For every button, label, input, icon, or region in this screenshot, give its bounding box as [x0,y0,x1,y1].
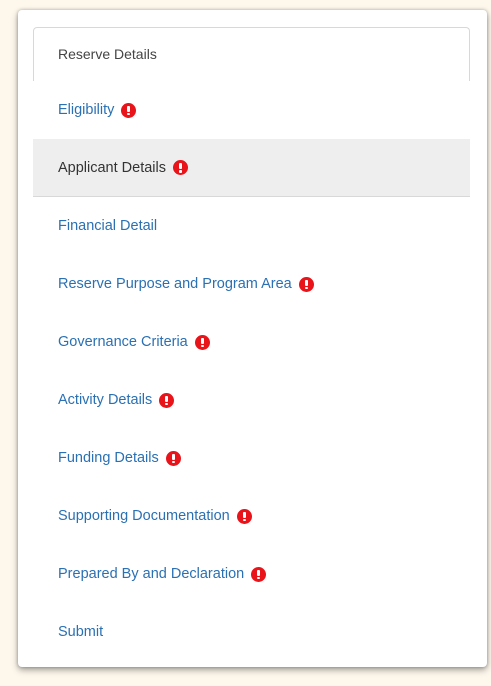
nav-item-financial-detail[interactable]: Financial Detail [33,197,470,255]
nav-item-label: Supporting Documentation [58,508,230,524]
exclamation-circle-icon [165,450,181,466]
nav-item-label: Applicant Details [58,159,166,176]
exclamation-circle-icon [236,508,252,524]
nav-item-activity-details[interactable]: Activity Details [33,371,470,429]
tab-reserve-details[interactable]: Reserve Details [33,27,470,81]
nav-item-label: Submit [58,624,104,640]
nav-item-label: Reserve Purpose and Program Area [58,276,292,292]
section-nav-list: Eligibility Applicant Details Financial … [33,81,470,661]
exclamation-circle-icon [298,276,314,292]
nav-item-label: Governance Criteria [58,334,188,350]
nav-item-label: Financial Detail [58,218,158,234]
exclamation-circle-icon [194,334,210,350]
exclamation-circle-icon [121,102,137,118]
nav-item-label: Funding Details [58,450,159,466]
exclamation-circle-icon [173,160,188,175]
nav-item-funding-details[interactable]: Funding Details [33,429,470,487]
nav-item-eligibility[interactable]: Eligibility [33,81,470,139]
nav-item-submit[interactable]: Submit [33,603,470,661]
exclamation-circle-icon [251,566,267,582]
nav-item-reserve-purpose[interactable]: Reserve Purpose and Program Area [33,255,470,313]
tab-reserve-details-label: Reserve Details [58,46,157,62]
nav-item-label: Activity Details [58,392,153,408]
nav-item-governance-criteria[interactable]: Governance Criteria [33,313,470,371]
nav-item-label: Eligibility [58,102,115,118]
nav-item-applicant-details[interactable]: Applicant Details [33,139,470,197]
nav-item-label: Prepared By and Declaration [58,566,245,582]
nav-item-supporting-documentation[interactable]: Supporting Documentation [33,487,470,545]
exclamation-circle-icon [159,392,175,408]
nav-item-prepared-by[interactable]: Prepared By and Declaration [33,545,470,603]
reserve-details-panel: Reserve Details Eligibility Applicant De… [18,10,487,667]
